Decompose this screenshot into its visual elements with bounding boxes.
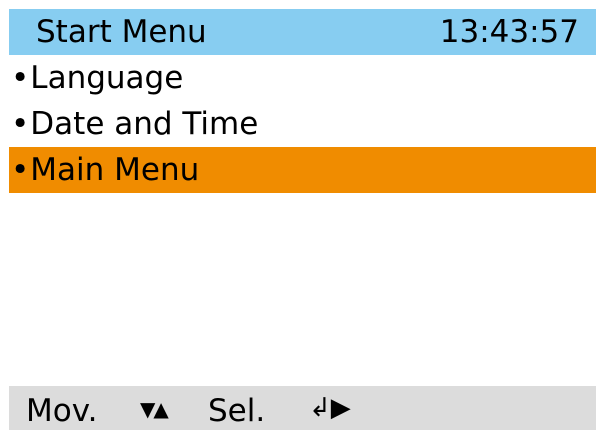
footer-hint-bar: Mov. ▼▲ Sel. ↲▶ (9, 386, 596, 430)
menu-title: Start Menu (36, 14, 207, 50)
device-screen: Start Menu 13:43:57 •Language •Date and … (9, 9, 596, 430)
start-menu-list: •Language •Date and Time •Main Menu (9, 55, 596, 193)
bullet-icon: • (11, 152, 30, 188)
menu-item-label: Date and Time (30, 106, 259, 142)
menu-item-language[interactable]: •Language (9, 55, 596, 101)
header-bar: Start Menu 13:43:57 (9, 9, 596, 55)
up-down-arrows-icon: ▼▲ (140, 397, 169, 421)
bullet-icon: • (11, 106, 30, 142)
menu-item-main-menu[interactable]: •Main Menu (9, 147, 596, 193)
move-hint-label: Mov. (26, 393, 98, 429)
menu-item-date-and-time[interactable]: •Date and Time (9, 101, 596, 147)
select-hint-label: Sel. (208, 393, 266, 429)
enter-arrow-icon: ↲▶ (309, 393, 351, 423)
clock-time: 13:43:57 (439, 14, 579, 50)
menu-item-label: Language (30, 60, 184, 96)
menu-item-label: Main Menu (30, 152, 200, 188)
bullet-icon: • (11, 60, 30, 96)
